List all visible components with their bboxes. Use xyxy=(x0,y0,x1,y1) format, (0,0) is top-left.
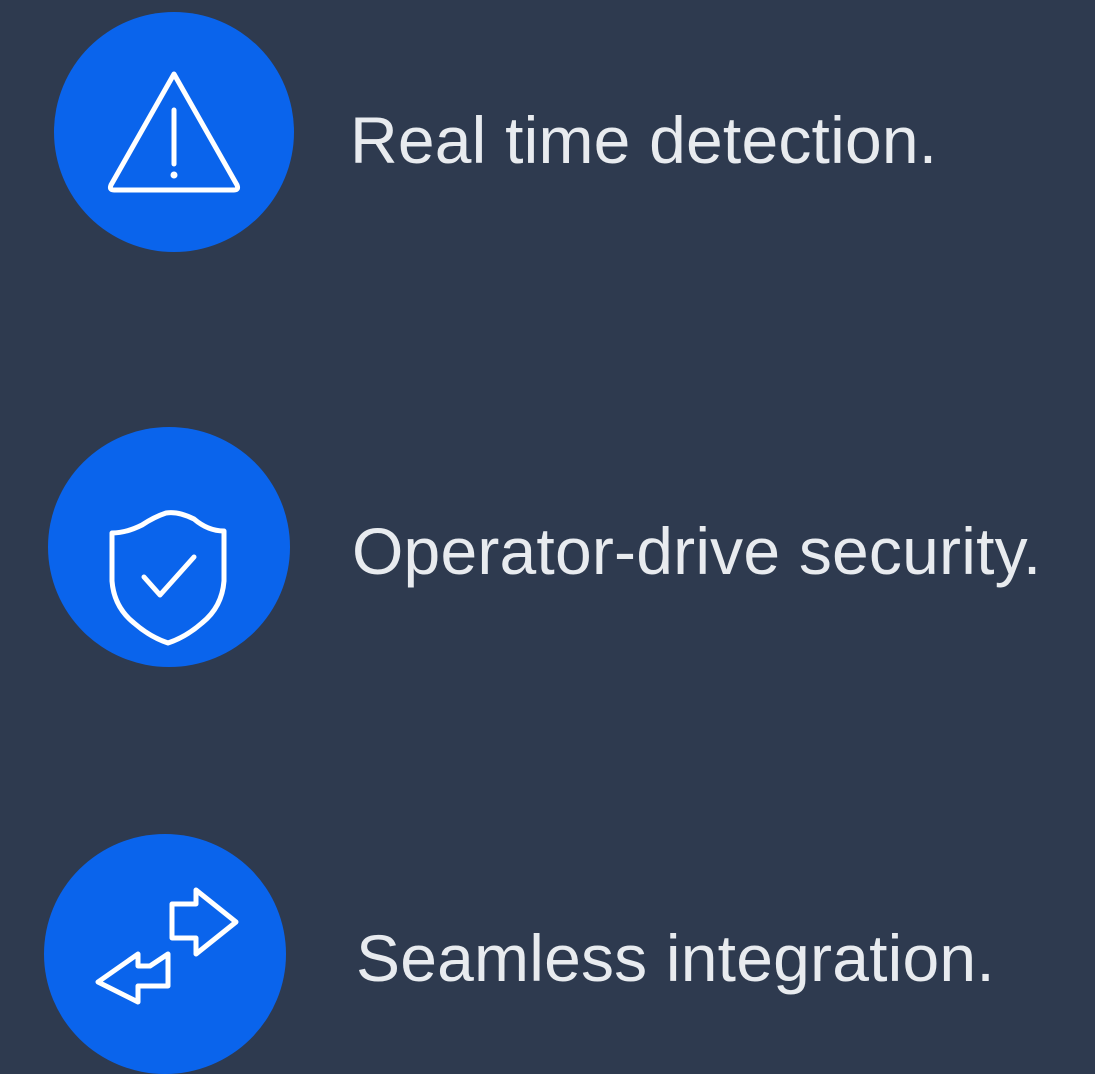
feature-seamless-integration: Seamless integration. xyxy=(0,805,1095,1074)
feature-icon-badge xyxy=(54,12,294,252)
feature-icon-badge xyxy=(44,834,286,1074)
shield-check-icon xyxy=(109,510,227,646)
feature-label: Seamless integration. xyxy=(356,921,995,995)
warning-triangle-icon xyxy=(107,71,241,193)
swap-arrows-icon xyxy=(95,887,239,1005)
feature-icon-badge xyxy=(48,427,290,667)
feature-operator-drive-security: Operator-drive security. xyxy=(0,400,1095,667)
feature-label: Real time detection. xyxy=(350,103,938,177)
feature-real-time-detection: Real time detection. xyxy=(0,0,1095,260)
feature-label: Operator-drive security. xyxy=(352,514,1042,588)
